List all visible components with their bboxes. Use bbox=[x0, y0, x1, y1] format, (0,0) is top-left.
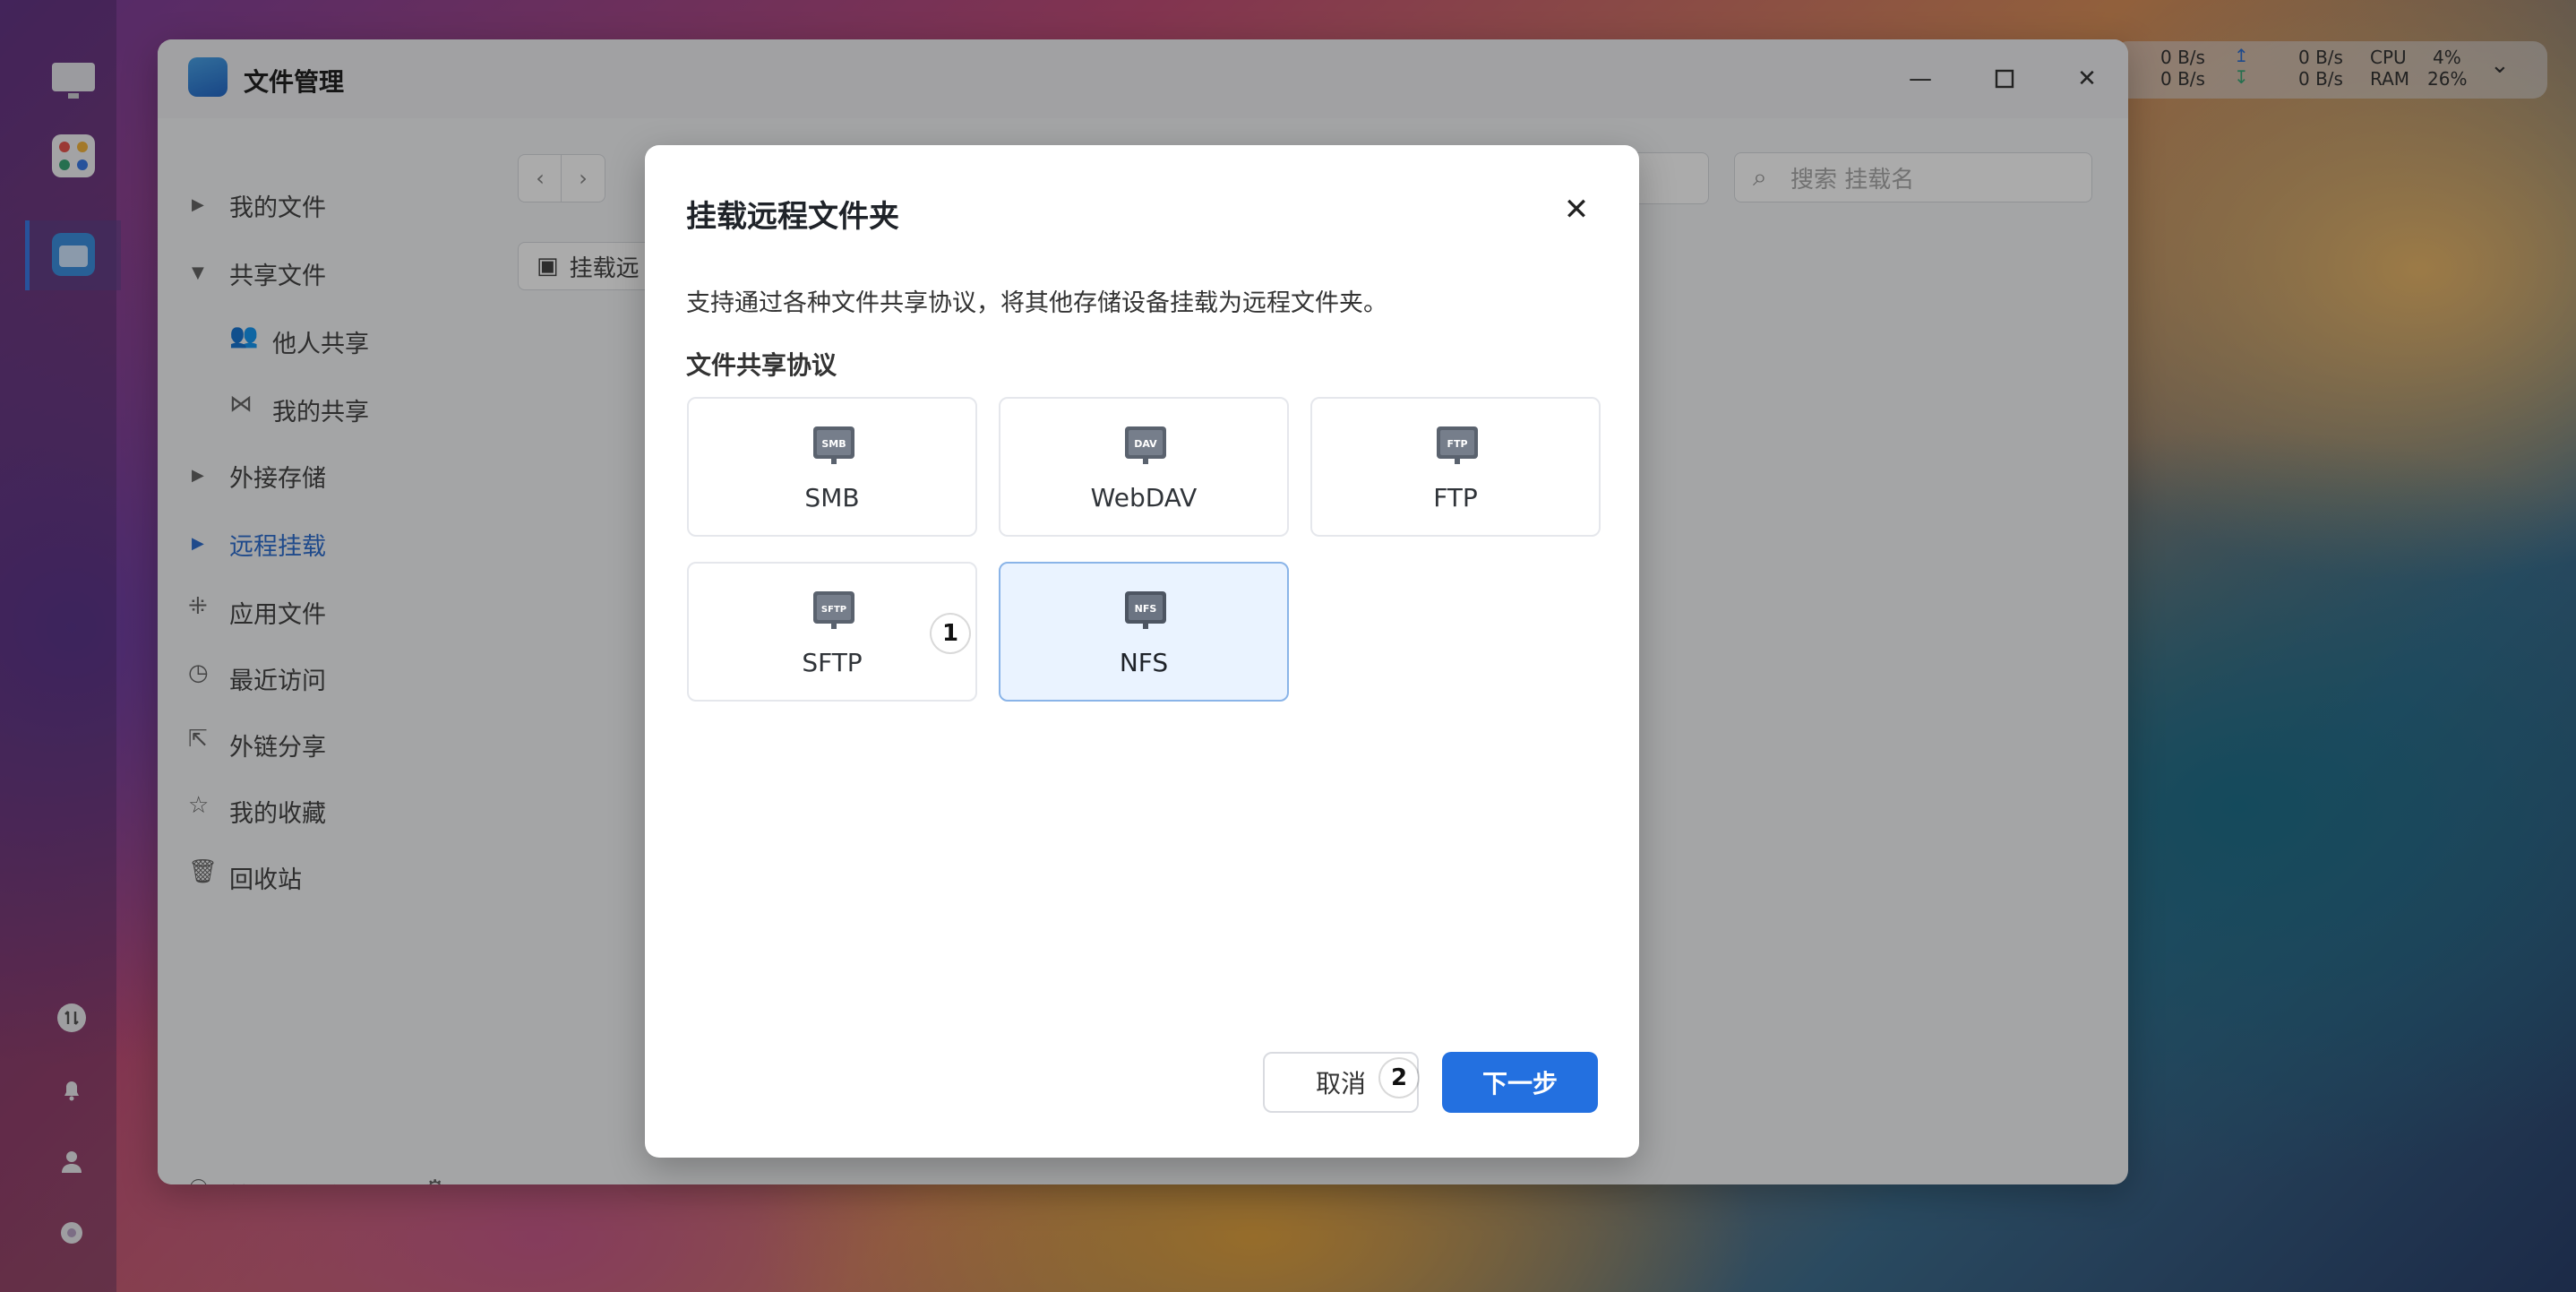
step-2-badge: 2 bbox=[1380, 1059, 1418, 1097]
next-button[interactable]: 下一步 bbox=[1442, 1052, 1598, 1113]
protocol-nfs-label: NFS bbox=[1119, 648, 1169, 677]
protocol-webdav-label: WebDAV bbox=[1090, 483, 1198, 512]
protocol-nfs-card[interactable]: NFS NFS bbox=[999, 562, 1289, 702]
svg-text:NFS: NFS bbox=[1135, 603, 1157, 615]
sftp-server-icon: SFTP bbox=[813, 591, 854, 629]
svg-text:SFTP: SFTP bbox=[821, 605, 846, 615]
svg-text:SMB: SMB bbox=[821, 438, 846, 450]
smb-server-icon: SMB bbox=[813, 426, 854, 464]
svg-text:FTP: FTP bbox=[1447, 438, 1467, 450]
protocol-smb-label: SMB bbox=[804, 483, 860, 512]
nfs-server-icon: NFS bbox=[1125, 591, 1166, 629]
protocol-ftp-label: FTP bbox=[1433, 483, 1478, 512]
protocol-smb-card[interactable]: SMB SMB bbox=[687, 397, 977, 537]
dialog-title: 挂载远程文件夹 bbox=[686, 199, 899, 235]
webdav-server-icon: DAV bbox=[1125, 426, 1166, 464]
protocol-webdav-card[interactable]: DAV WebDAV bbox=[999, 397, 1289, 537]
protocol-ftp-card[interactable]: FTP FTP bbox=[1310, 397, 1601, 537]
svg-text:DAV: DAV bbox=[1134, 438, 1157, 450]
dialog-description: 支持通过各种文件共享协议，将其他存储设备挂载为远程文件夹。 bbox=[686, 289, 1387, 317]
step-1-badge: 1 bbox=[932, 615, 969, 652]
protocol-sftp-label: SFTP bbox=[802, 648, 863, 677]
dialog-close-icon[interactable]: ✕ bbox=[1557, 190, 1596, 229]
ftp-server-icon: FTP bbox=[1437, 426, 1478, 464]
protocol-section-label: 文件共享协议 bbox=[686, 350, 837, 380]
